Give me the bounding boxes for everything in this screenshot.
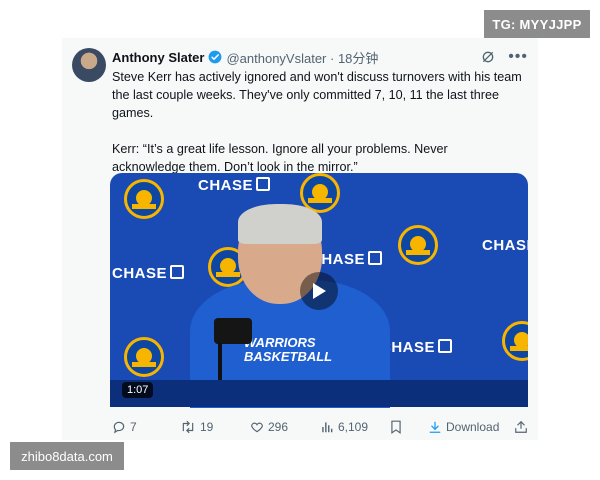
reply-button[interactable]: 7 [112,420,137,434]
warriors-logo-icon [124,337,164,377]
shirt-text-line: BASKETBALL [244,349,333,364]
handle-and-time[interactable]: @anthonyVslater · 18分钟 [226,48,378,67]
video-duration: 1:07 [122,382,154,398]
play-button[interactable] [300,272,338,310]
view-count: 6,109 [338,420,369,434]
tweet-header: Anthony Slater @anthonyVslater · 18分钟 [112,48,378,66]
author-name[interactable]: Anthony Slater [112,50,204,65]
tg-overlay-label: TG: MYYJJPP [484,10,590,38]
press-table [110,380,528,407]
like-button[interactable]: 296 [250,420,288,434]
microphone-icon [214,318,252,344]
shirt-text: WARRIORS BASKETBALL [244,336,332,364]
sponsor-text: CHASE [482,237,528,254]
sponsor-text: CHASE [198,177,271,194]
download-button[interactable]: Download [428,420,499,434]
reply-count: 7 [130,420,137,434]
repost-count: 19 [200,420,214,434]
views-button[interactable]: 6,109 [320,420,368,434]
play-icon [313,283,326,299]
like-count: 296 [268,420,289,434]
tweet-actions: 7 19 296 6,109 Download [110,420,530,436]
tweet-paragraph: Steve Kerr has actively ignored and won'… [112,70,522,120]
bookmark-button[interactable] [390,420,402,434]
header-actions: ••• [480,48,528,66]
download-label: Download [446,420,500,434]
share-button[interactable] [514,420,528,434]
tweet-quote: Kerr: “It’s a great life lesson. Ignore … [112,142,448,174]
more-icon[interactable]: ••• [508,48,528,66]
tweet-text: Steve Kerr has actively ignored and won'… [112,68,522,176]
watermark-label: zhibo8data.com [10,442,124,470]
heart-icon [251,422,263,433]
warriors-logo-icon [398,225,438,265]
avatar[interactable] [72,48,106,82]
share-icon [515,420,527,433]
warriors-logo-icon [124,179,164,219]
sponsor-text: CHASE [380,339,453,356]
repost-icon [182,420,194,434]
speaker-hair [238,204,322,244]
verified-badge-icon [209,50,222,64]
bookmark-icon [391,420,401,434]
warriors-logo-icon [502,321,528,361]
grok-icon[interactable] [480,49,496,65]
sponsor-text: CHASE [112,265,185,282]
repost-button[interactable]: 19 [180,420,213,434]
download-icon [429,421,441,433]
shirt-text-line: WARRIORS [244,335,316,350]
reply-icon [113,421,125,434]
views-icon [322,422,333,433]
